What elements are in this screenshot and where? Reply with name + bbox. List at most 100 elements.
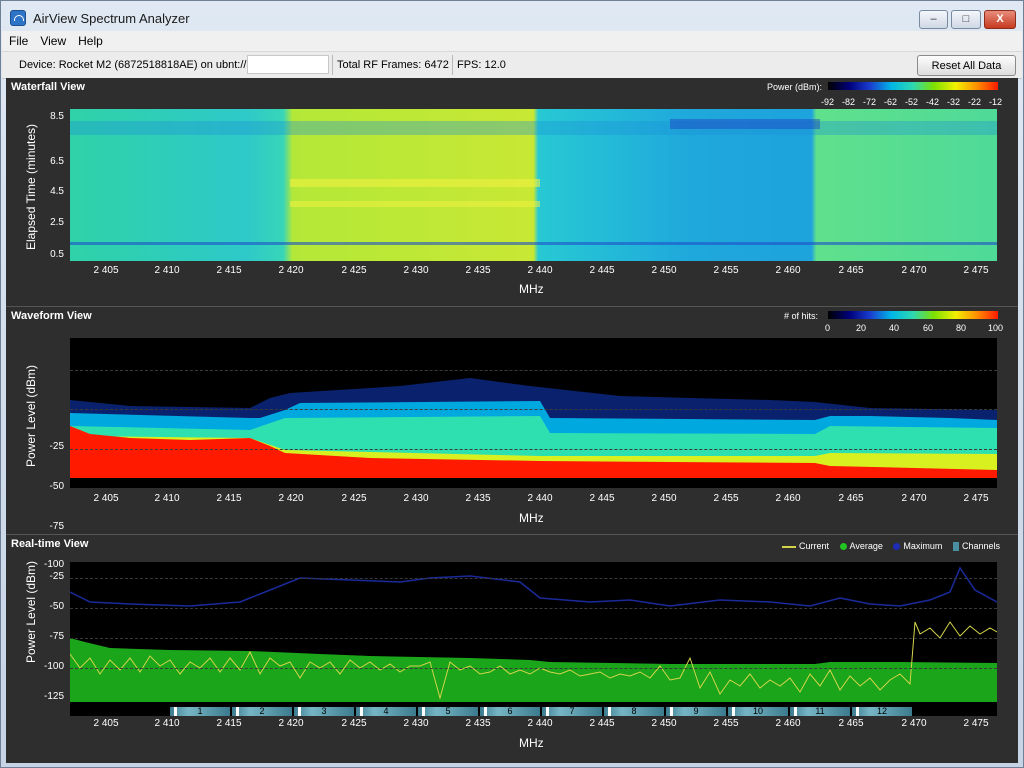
menu-file[interactable]: File: [2, 31, 33, 48]
x-tick: 2 435: [465, 265, 491, 276]
channel-3[interactable]: 3: [294, 707, 354, 716]
hits-scale-value: 0: [825, 323, 831, 333]
reset-all-data-button[interactable]: Reset All Data: [917, 55, 1016, 76]
y-tick: -75: [49, 521, 64, 532]
device-address-field[interactable]: [247, 55, 329, 74]
grid-line: [70, 668, 997, 669]
realtime-x-axis: 2 405 2 410 2 415 2 420 2 425 2 430 2 435 2 440…: [6, 718, 1018, 732]
device-label: Device: Rocket M2 (6872518818AE) on ubnt…: [19, 59, 247, 71]
channel-4[interactable]: 4: [356, 707, 416, 716]
channel-12[interactable]: 12: [852, 707, 912, 716]
realtime-chart: [70, 566, 997, 707]
x-tick: 2 435: [465, 493, 491, 504]
y-tick: -50: [49, 481, 64, 492]
x-tick: 2 430: [403, 718, 429, 729]
x-tick: 2 450: [651, 265, 677, 276]
channel-6[interactable]: 6: [480, 707, 540, 716]
x-tick: 2 425: [341, 493, 367, 504]
y-tick: 0.5: [50, 249, 64, 260]
x-tick: 2 415: [216, 265, 242, 276]
channel-7[interactable]: 7: [542, 707, 602, 716]
channel-9[interactable]: 9: [666, 707, 726, 716]
x-tick: 2 455: [713, 265, 739, 276]
waveform-density: [70, 378, 997, 488]
realtime-panel: Real-time View Current Average Maximum C…: [6, 534, 1018, 764]
app-window: AirView Spectrum Analyzer – □ X File View…: [0, 0, 1024, 768]
channel-2[interactable]: 2: [232, 707, 292, 716]
window-title: AirView Spectrum Analyzer: [33, 11, 190, 26]
channel-10[interactable]: 10: [728, 707, 788, 716]
channel-label: 9: [693, 706, 699, 716]
grid-line: [70, 449, 997, 450]
x-tick: 2 420: [278, 718, 304, 729]
toolbar-separator: [452, 55, 453, 75]
realtime-plot[interactable]: [70, 562, 997, 707]
maximize-button[interactable]: □: [951, 10, 981, 29]
x-tick: 2 420: [278, 493, 304, 504]
x-tick: 2 420: [278, 265, 304, 276]
channel-label: 3: [321, 706, 327, 716]
x-tick: 2 460: [775, 718, 801, 729]
channel-label: 12: [876, 706, 887, 716]
x-tick: 2 455: [713, 493, 739, 504]
minimize-button[interactable]: –: [919, 10, 948, 29]
maximum-swatch: [893, 543, 901, 551]
power-scale-value: -42: [926, 97, 940, 107]
x-tick: 2 475: [963, 265, 989, 276]
waterfall-heatmap: [70, 109, 997, 261]
waveform-panel: Waveform View # of hits: 0 20 40 60 80 1…: [6, 306, 1018, 570]
x-tick: 2 460: [775, 493, 801, 504]
x-tick: 2 445: [589, 265, 615, 276]
power-scale-value: -92: [821, 97, 835, 107]
waveform-title: Waveform View: [11, 310, 92, 322]
x-tick: 2 470: [901, 265, 927, 276]
current-line-swatch: [782, 545, 796, 548]
channel-1[interactable]: 1: [170, 707, 230, 716]
realtime-y-label: Power Level (dBm): [24, 560, 38, 663]
x-tick: 2 430: [403, 493, 429, 504]
x-tick: 2 445: [589, 718, 615, 729]
average-swatch: [839, 543, 847, 551]
x-tick: 2 410: [154, 493, 180, 504]
waveform-y-label: Power Level (dBm): [24, 364, 38, 467]
power-scale-value: -72: [863, 97, 877, 107]
power-scale-value: -82: [842, 97, 856, 107]
hits-scale-value: 20: [856, 323, 867, 333]
channel-5[interactable]: 5: [418, 707, 478, 716]
x-tick: 2 470: [901, 493, 927, 504]
menu-help[interactable]: Help: [71, 31, 108, 48]
waveform-x-axis: 2 405 2 410 2 415 2 420 2 425 2 430 2 435 2 440…: [6, 493, 1018, 507]
x-tick: 2 460: [775, 265, 801, 276]
x-tick: 2 415: [216, 718, 242, 729]
x-tick: 2 450: [651, 493, 677, 504]
channel-bar: 1 2 3 4 5 6 7 8 9 10 11 12: [70, 707, 997, 716]
power-scale-value: -52: [905, 97, 919, 107]
realtime-legend: Current Average Maximum Channels: [774, 541, 1000, 552]
waveform-plot[interactable]: [70, 338, 997, 488]
channel-label: 2: [259, 706, 265, 716]
power-scale-bar: [828, 82, 998, 90]
x-tick: 2 465: [838, 718, 864, 729]
waterfall-plot[interactable]: [70, 109, 997, 261]
grid-line: [70, 578, 997, 579]
hits-scale-value: 60: [923, 323, 934, 333]
waterfall-y-label: Elapsed Time (minutes): [24, 123, 38, 250]
hits-scale-value: 100: [988, 323, 1004, 333]
power-scale-value: -22: [968, 97, 982, 107]
x-tick: 2 445: [589, 493, 615, 504]
waterfall-x-label: MHz: [519, 282, 544, 296]
power-scale-label: Power (dBm):: [767, 82, 823, 92]
legend-average: Average: [849, 541, 883, 551]
grid-line: [70, 370, 997, 371]
x-tick: 2 405: [93, 718, 119, 729]
close-button[interactable]: X: [984, 10, 1016, 29]
grid-line: [70, 608, 997, 609]
power-scale-value: -62: [884, 97, 898, 107]
channel-11[interactable]: 11: [790, 707, 850, 716]
hits-scale-bar: [828, 311, 998, 319]
channel-8[interactable]: 8: [604, 707, 664, 716]
title-bar[interactable]: AirView Spectrum Analyzer – □ X: [1, 1, 1023, 31]
menu-view[interactable]: View: [33, 31, 71, 48]
x-tick: 2 435: [465, 718, 491, 729]
waterfall-panel: Waterfall View Power (dBm): -92 -82 -72 …: [6, 78, 1018, 304]
